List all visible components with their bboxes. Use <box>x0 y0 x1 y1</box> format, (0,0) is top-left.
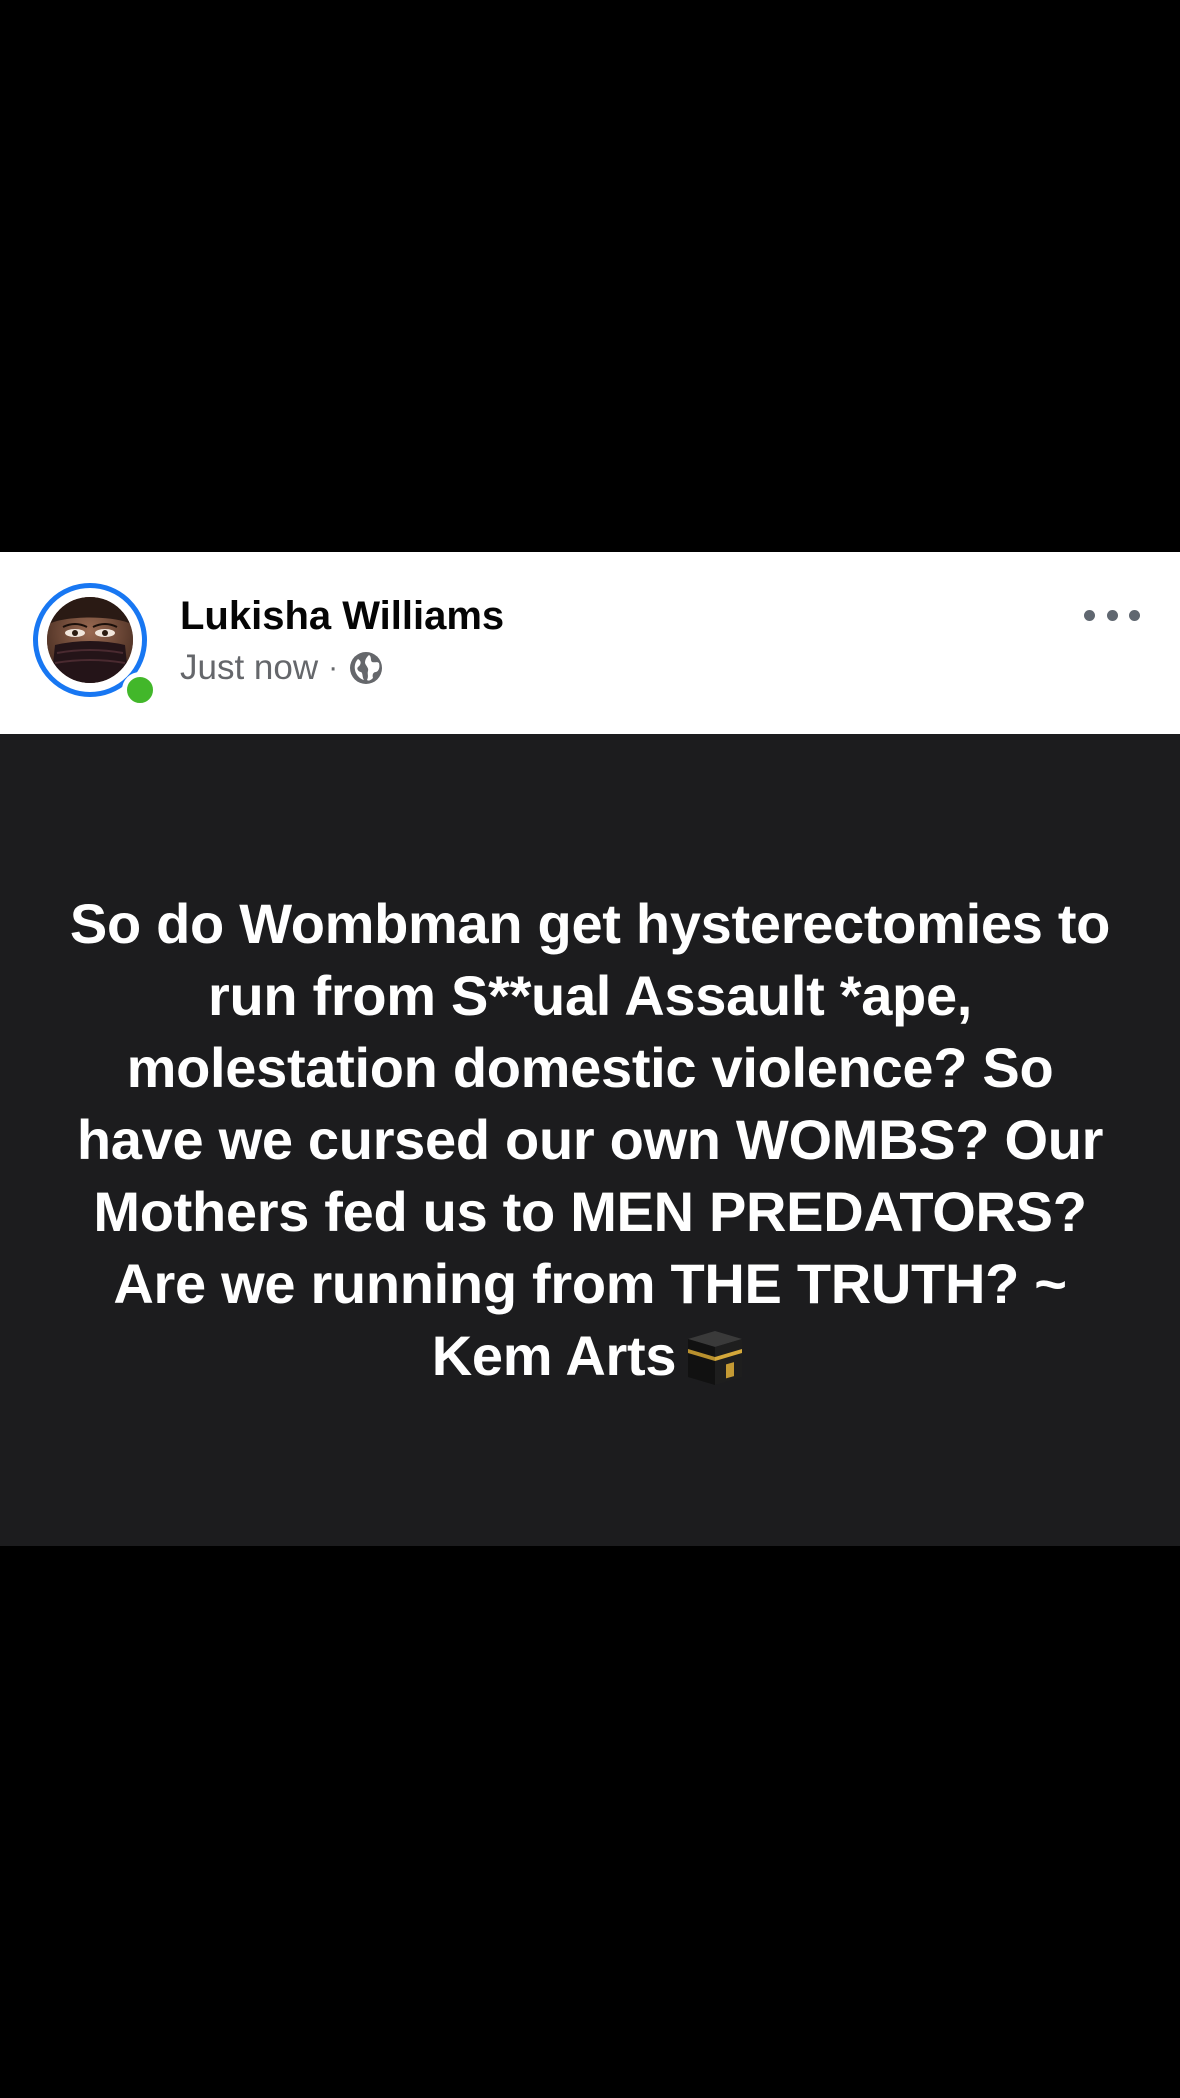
globe-icon[interactable] <box>348 650 384 686</box>
letterbox-bottom <box>0 1546 1180 2098</box>
online-status-indicator <box>122 672 158 708</box>
post-text: So do Wombman get hysterectomies to run … <box>60 888 1120 1392</box>
avatar[interactable] <box>33 583 158 708</box>
more-dots-icon <box>1084 609 1095 621</box>
post-timestamp[interactable]: Just now <box>180 648 318 688</box>
more-dot <box>1129 609 1140 621</box>
post-meta: Just now · <box>180 648 384 688</box>
meta-separator: · <box>328 651 339 684</box>
post-text-content: So do Wombman get hysterectomies to run … <box>69 892 1111 1387</box>
post-header: Lukisha Williams Just now · <box>0 552 1180 734</box>
more-dot <box>1106 609 1118 621</box>
post-body[interactable]: So do Wombman get hysterectomies to run … <box>0 734 1180 1546</box>
letterbox-top <box>0 0 1180 552</box>
author-name[interactable]: Lukisha Williams <box>180 594 504 639</box>
avatar-image <box>47 597 133 683</box>
kaaba-emoji-icon <box>682 1325 748 1387</box>
more-options-button[interactable] <box>1084 600 1140 630</box>
